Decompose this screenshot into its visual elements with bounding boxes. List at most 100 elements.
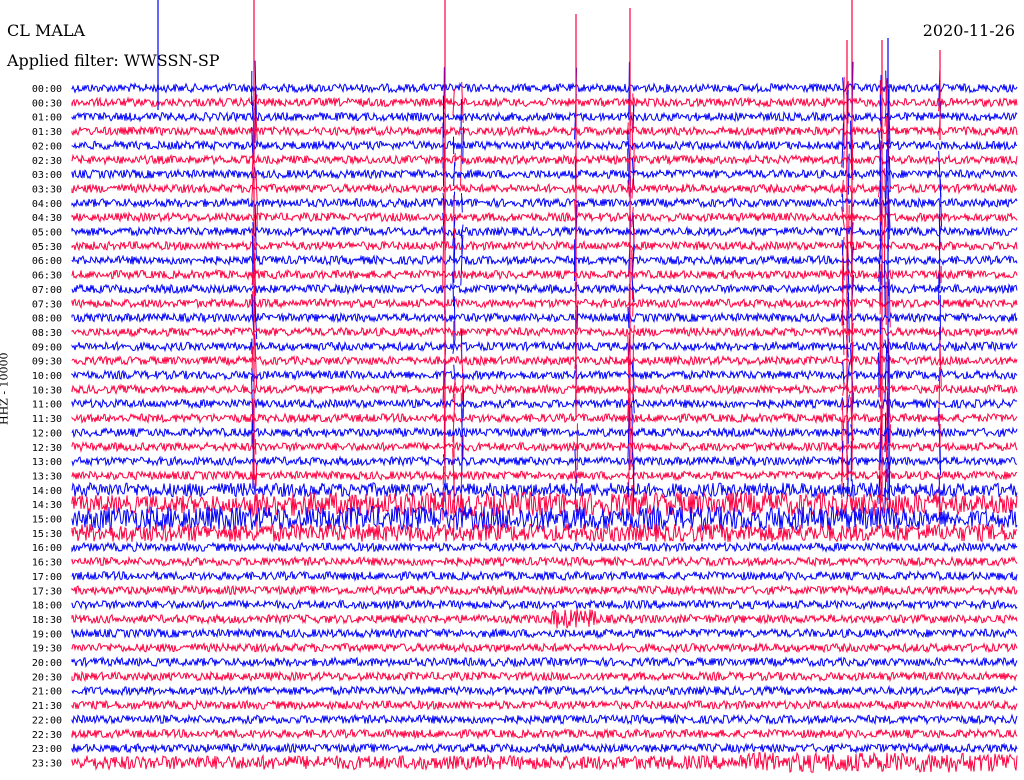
seismic-trace [71,168,1018,181]
seismic-trace [71,397,1018,410]
seismic-trace [71,182,1017,195]
event-spike [848,205,850,230]
row-time-label: 04:30 [32,213,62,224]
seismic-trace [71,481,1018,499]
row-time-label: 05:30 [32,242,62,253]
row-time-label: 14:30 [32,500,62,511]
row-time-label: 18:00 [32,601,62,612]
event-spike [628,61,630,115]
event-spike [460,133,463,187]
row-time-label: 14:00 [32,486,62,497]
seismic-trace [71,297,1018,310]
event-spike [453,162,456,187]
row-time-label: 09:30 [32,357,62,368]
row-time-label: 23:00 [32,744,62,755]
event-spike [254,438,257,455]
row-time-label: 05:00 [32,228,62,239]
row-time-label: 23:30 [32,758,62,769]
event-spike [631,112,634,150]
seismic-trace [71,311,1018,324]
seismic-trace [71,698,1018,711]
row-time-label: 00:30 [32,98,62,109]
row-time-label: 21:30 [32,701,62,712]
seismic-trace [71,641,1018,654]
seismic-trace [71,225,1018,238]
helicorder-plot: 00:00 00:30 01:00 01:30 02:00 02:30 03:00 03:30… [32,0,1018,773]
seismic-trace [71,426,1018,439]
seismic-trace [71,412,1018,425]
row-time-label: 02:00 [32,141,62,152]
row-time-label: 03:30 [32,184,62,195]
row-time-label: 16:30 [32,558,62,569]
row-time-label: 03:00 [32,170,62,181]
row-time-label: 10:00 [32,371,62,382]
event-spike [255,173,258,204]
seismic-trace [71,555,1018,568]
row-time-label: 15:30 [32,529,62,540]
row-time-label: 07:30 [32,299,62,310]
seismic-trace [71,96,1018,109]
seismic-trace [71,125,1018,138]
seismic-trace [71,598,1018,611]
row-time-label: 17:00 [32,572,62,583]
row-time-label: 21:00 [32,687,62,698]
seismic-trace [71,713,1018,726]
row-time-label: 07:00 [32,285,62,296]
seismic-trace [71,383,1018,396]
event-spike [631,249,634,300]
seismic-trace [71,110,1018,123]
event-spike [879,377,882,402]
event-spike [254,90,257,144]
event-spike [453,435,455,458]
event-spike [884,412,887,453]
event-spike [632,394,635,414]
row-time-label: 01:30 [32,127,62,138]
row-time-label: 08:00 [32,314,62,325]
row-time-label: 09:00 [32,342,62,353]
seismic-trace [71,742,1018,755]
row-time-label: 12:00 [32,428,62,439]
row-time-label: 00:00 [32,84,62,95]
event-spike [886,391,888,445]
event-spike [851,479,854,501]
seismic-trace [71,340,1018,353]
row-time-label: 12:30 [32,443,62,454]
event-spike [939,446,942,476]
row-time-label: 11:30 [32,414,62,425]
event-spike [847,153,850,195]
row-time-label: 19:30 [32,644,62,655]
seismic-trace [71,684,1018,697]
event-spike [255,464,258,487]
event-spike [938,367,941,412]
row-time-label: 19:00 [32,629,62,640]
seismic-trace [71,139,1018,152]
row-time-label: 08:30 [32,328,62,339]
seismic-trace [71,196,1018,209]
seismic-trace [71,368,1018,382]
seismic-trace [71,751,1018,773]
row-time-label: 01:00 [32,113,62,124]
row-time-label: 22:00 [32,715,62,726]
helicorder-page: CL MALA Applied filter: WWSSN-SP 2020-11… [0,0,1024,780]
seismic-trace [71,354,1018,367]
row-time-label: 10:30 [32,385,62,396]
seismic-trace [71,627,1018,640]
seismic-trace [71,569,1018,582]
row-time-label: 06:30 [32,271,62,282]
row-time-label: 15:00 [32,515,62,526]
event-spike [842,151,845,169]
seismic-trace [71,268,1018,281]
seismic-trace [71,469,1018,482]
seismic-trace [71,727,1018,740]
row-time-label: 13:00 [32,457,62,468]
event-spike [460,193,463,213]
event-spike [888,156,891,192]
row-time-label: 20:00 [32,658,62,669]
event-spike [452,88,455,116]
seismic-trace [71,655,1018,668]
seismic-trace [71,670,1018,683]
seismic-trace [71,326,1018,338]
seismic-trace [71,153,1018,166]
row-time-label: 18:30 [32,615,62,626]
event-spike [631,178,634,199]
